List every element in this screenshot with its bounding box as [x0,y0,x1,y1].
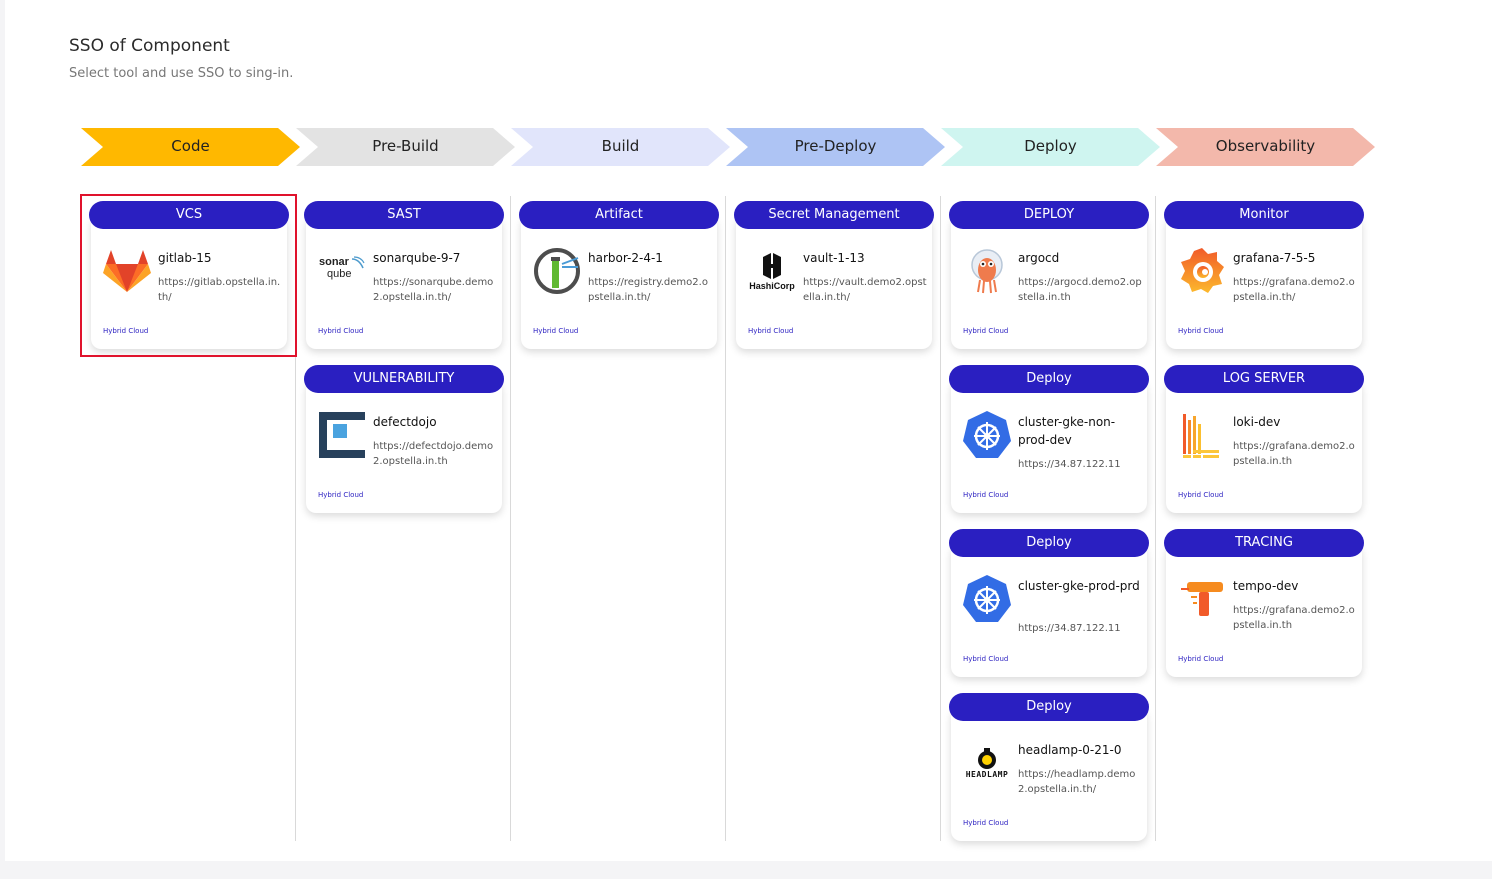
hybrid-cloud-badge: Hybrid Cloud [1178,655,1224,663]
tool-card-loki[interactable]: loki-dev https://grafana.demo2.opstella.… [1166,379,1362,513]
tool-name: harbor-2-4-1 [588,251,663,265]
harbor-icon [531,245,583,297]
tool-card-argocd[interactable]: argocd https://argocd.demo2.opstella.in.… [951,215,1147,349]
loki-icon [1176,409,1228,461]
group-artifact: Artifact harbor-2-4-1 https://registry.d… [519,201,719,349]
stage-pre-build[interactable]: Pre-Build [296,128,515,166]
tool-name: cluster-gke-non-prod-dev [1018,415,1116,447]
tool-card-cluster-gke-non-prod-dev[interactable]: cluster-gke-non-prod-dev https://34.87.1… [951,379,1147,513]
tool-name: loki-dev [1233,415,1281,429]
hybrid-cloud-badge: Hybrid Cloud [963,655,1009,663]
group-header-tracing: TRACING [1164,529,1364,557]
tool-url[interactable]: https://34.87.122.11 [1018,621,1142,636]
tool-card-defectdojo[interactable]: defectdojo https://defectdojo.demo2.opst… [306,379,502,513]
tool-name: tempo-dev [1233,579,1299,593]
sonarqube-icon: sonar qube [316,245,368,297]
tool-card-headlamp[interactable]: HEADLAMP headlamp-0-21-0 https://headlam… [951,707,1147,841]
tool-url[interactable]: https://defectdojo.demo2.opstella.in.th [373,439,497,469]
tempo-icon [1176,573,1228,625]
hybrid-cloud-badge: Hybrid Cloud [1178,327,1224,335]
hashicorp-icon: HashiCorp [746,245,798,297]
group-header-log-server: LOG SERVER [1164,365,1364,393]
hybrid-cloud-badge: Hybrid Cloud [318,491,364,499]
tool-card-grafana[interactable]: grafana-7-5-5 https://grafana.demo2.opst… [1166,215,1362,349]
hybrid-cloud-badge: Hybrid Cloud [748,327,794,335]
stage-pre-build-label: Pre-Build [372,137,439,155]
tool-url[interactable]: https://argocd.demo2.opstella.in.th [1018,275,1142,305]
tool-url[interactable]: https://headlamp.demo2.opstella.in.th/ [1018,767,1142,797]
sso-page: SSO of Component Select tool and use SSO… [5,0,1492,861]
group-sast: SAST sonar qube sonarqube-9-7 https://so… [304,201,504,349]
group-header-deploy: DEPLOY [949,201,1149,229]
stage-build[interactable]: Build [511,128,730,166]
tool-url[interactable]: https://sonarqube.demo2.opstella.in.th/ [373,275,497,305]
kubernetes-icon [961,573,1013,625]
tool-card-harbor[interactable]: harbor-2-4-1 https://registry.demo2.opst… [521,215,717,349]
group-header-vcs: VCS [89,201,289,229]
tool-url[interactable]: https://registry.demo2.opstella.in.th/ [588,275,712,305]
tool-name: defectdojo [373,415,437,429]
column-divider [725,196,726,841]
hybrid-cloud-badge: Hybrid Cloud [963,491,1009,499]
stage-deploy-label: Deploy [1024,137,1077,155]
stage-build-label: Build [601,137,640,155]
tool-name: grafana-7-5-5 [1233,251,1316,265]
page-title: SSO of Component [69,36,230,56]
hybrid-cloud-badge: Hybrid Cloud [318,327,364,335]
group-deploy-headlamp: Deploy HEADLAMP headlamp-0-21-0 https://… [949,693,1149,841]
column-divider [1155,196,1156,841]
stage-pre-deploy-label: Pre-Deploy [794,137,877,155]
hybrid-cloud-badge: Hybrid Cloud [533,327,579,335]
stage-observability-label: Observability [1215,137,1316,155]
stage-observability[interactable]: Observability [1156,128,1375,166]
group-vcs: VCS gitlab-15 https://gitlab.opstella.in… [89,201,289,349]
tool-card-cluster-gke-prod-prd[interactable]: cluster-gke-prod-prd https://34.87.122.1… [951,543,1147,677]
group-header-monitor: Monitor [1164,201,1364,229]
group-header-sast: SAST [304,201,504,229]
page-subtitle: Select tool and use SSO to sing-in. [69,66,294,81]
column-divider [510,196,511,841]
tool-card-sonarqube[interactable]: sonar qube sonarqube-9-7 https://sonarqu… [306,215,502,349]
tool-name: vault-1-13 [803,251,865,265]
kubernetes-icon [961,409,1013,461]
tool-url[interactable]: https://grafana.demo2.opstella.in.th/ [1233,275,1357,305]
group-deploy-argocd: DEPLOY argocd https://argocd.demo2.opste… [949,201,1149,349]
group-monitor: Monitor grafana-7-5-5 https://grafana.de… [1164,201,1364,349]
tool-card-vault[interactable]: HashiCorp vault-1-13 https://vault.demo2… [736,215,932,349]
column-divider [940,196,941,841]
tool-card-tempo[interactable]: tempo-dev https://grafana.demo2.opstella… [1166,543,1362,677]
tool-name: cluster-gke-prod-prd [1018,579,1140,593]
hybrid-cloud-badge: Hybrid Cloud [963,327,1009,335]
group-vulnerability: VULNERABILITY defectdojo https://defectd… [304,365,504,513]
hybrid-cloud-badge: Hybrid Cloud [1178,491,1224,499]
tool-name: sonarqube-9-7 [373,251,461,265]
group-header-vulnerability: VULNERABILITY [304,365,504,393]
group-tracing: TRACING tempo-dev https://grafana.demo2.… [1164,529,1364,677]
group-log-server: LOG SERVER loki-dev https://grafana.demo… [1164,365,1364,513]
headlamp-icon: HEADLAMP [961,737,1013,789]
hybrid-cloud-badge: Hybrid Cloud [963,819,1009,827]
stage-code[interactable]: Code [81,128,300,166]
grafana-icon [1176,245,1228,297]
group-header-deploy: Deploy [949,693,1149,721]
tool-url[interactable]: https://grafana.demo2.opstella.in.th [1233,603,1357,633]
stage-code-label: Code [171,137,210,155]
argocd-icon [961,245,1013,297]
tool-url[interactable]: https://34.87.122.11 [1018,457,1142,472]
group-deploy-non-prod: Deploy cluster-gke-non-prod-dev https://… [949,365,1149,513]
tool-url[interactable]: https://vault.demo2.opstella.in.th/ [803,275,927,305]
stage-deploy[interactable]: Deploy [941,128,1160,166]
stage-pre-deploy[interactable]: Pre-Deploy [726,128,945,166]
group-header-deploy: Deploy [949,365,1149,393]
defectdojo-icon [316,409,368,461]
tool-url[interactable]: https://grafana.demo2.opstella.in.th [1233,439,1357,469]
tool-name: headlamp-0-21-0 [1018,743,1122,757]
group-deploy-prod: Deploy cluster-gke-prod-prd https://34.8… [949,529,1149,677]
group-header-secret-management: Secret Management [734,201,934,229]
group-secret-management: Secret Management HashiCorp vault-1-13 h… [734,201,934,349]
group-header-deploy: Deploy [949,529,1149,557]
group-header-artifact: Artifact [519,201,719,229]
tool-name: argocd [1018,251,1060,265]
